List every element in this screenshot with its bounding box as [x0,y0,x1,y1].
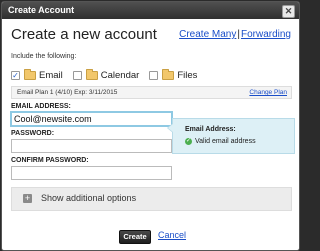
password-label: PASSWORD: [11,130,55,137]
service-files-label: Files [177,70,198,81]
email-address-field[interactable]: Cool@newsite.com [10,111,173,127]
service-files[interactable]: Files [149,69,198,81]
calendar-checkbox[interactable] [72,71,82,80]
tooltip-title: Email Address: [185,126,236,133]
confirm-password-label: CONFIRM PASSWORD: [11,157,89,164]
link-separator: | [237,29,240,40]
create-button[interactable]: Create [119,230,151,244]
show-options-button[interactable]: + Show additional options [11,187,292,211]
show-options-label: Show additional options [41,193,137,203]
email-checkbox[interactable]: ✓ [11,71,20,80]
include-label: Include the following: [11,53,77,60]
service-calendar[interactable]: Calendar [72,69,140,81]
close-icon[interactable]: ✕ [282,5,295,18]
plus-icon: + [23,193,32,203]
cancel-link[interactable]: Cancel [158,230,186,240]
page-title: Create a new account [11,26,157,43]
forwarding-link[interactable]: Forwarding [241,29,291,40]
dialog-titlebar: Create Account ✕ [2,2,299,19]
tooltip-message: Valid email address [195,138,256,145]
dialog-title: Create Account [8,5,75,15]
folder-icon [24,69,36,80]
service-email-label: Email [39,70,63,81]
create-many-link[interactable]: Create Many [179,29,236,40]
folder-icon [162,69,175,80]
confirm-password-field[interactable] [11,166,172,180]
email-validation-tooltip: Email Address: ✓ Valid email address [167,118,295,154]
service-calendar-label: Calendar [100,70,140,81]
services-row: ✓ Email Calendar Files [11,69,207,81]
check-icon: ✓ [185,138,192,145]
create-account-dialog: Create Account ✕ Create a new account Cr… [1,1,300,251]
change-plan-link[interactable]: Change Plan [249,87,287,98]
files-checkbox[interactable] [149,71,159,80]
plan-bar: Email Plan 1 (4/10) Exp: 3/11/2015 Chang… [11,86,292,99]
password-field[interactable] [11,139,172,153]
service-email[interactable]: ✓ Email [11,69,63,81]
plan-text: Email Plan 1 (4/10) Exp: 3/11/2015 [17,89,118,96]
folder-icon [85,69,98,80]
tooltip-row: ✓ Valid email address [185,138,256,145]
heading-links: Create Many|Forwarding [179,29,291,40]
email-address-label: EMAIL ADDRESS: [11,103,71,110]
